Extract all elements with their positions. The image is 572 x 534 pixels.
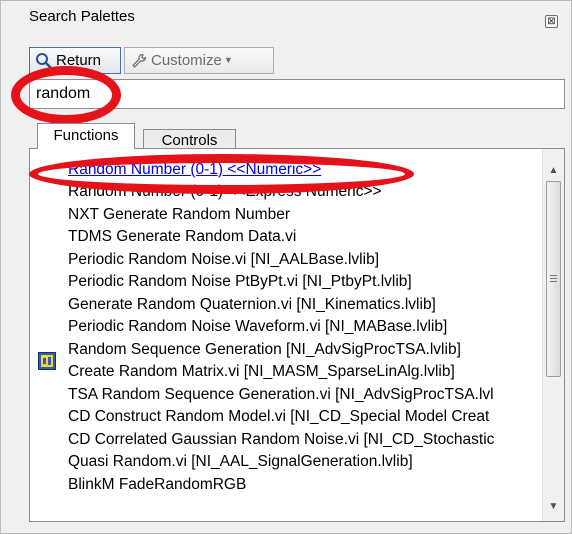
list-item[interactable]: Random Number (0-1) <<Numeric>> xyxy=(68,159,542,181)
list-item[interactable]: Quasi Random.vi [NI_AAL_SignalGeneration… xyxy=(68,451,542,473)
list-item[interactable]: Generate Random Quaternion.vi [NI_Kinema… xyxy=(68,294,542,316)
list-item[interactable]: Random Sequence Generation [NI_AdvSigPro… xyxy=(68,339,542,361)
results-list: Random Number (0-1) <<Numeric>> Random N… xyxy=(29,148,565,522)
wrench-icon xyxy=(132,53,147,68)
tab-controls[interactable]: Controls xyxy=(143,129,236,149)
scroll-down-icon[interactable]: ▼ xyxy=(543,497,564,517)
customize-label: Customize xyxy=(151,52,222,69)
tab-functions[interactable]: Functions xyxy=(37,123,135,149)
return-button[interactable]: Return xyxy=(29,47,121,74)
list-item[interactable]: Create Random Matrix.vi [NI_MASM_SparseL… xyxy=(68,361,542,383)
return-label: Return xyxy=(56,52,102,69)
list-item[interactable]: Random Number (0-1) <<Express Numeric>> xyxy=(68,181,542,203)
list-item[interactable]: CD Construct Random Model.vi [NI_CD_Spec… xyxy=(68,406,542,428)
sequence-vi-icon xyxy=(38,352,56,370)
list-item[interactable]: TSA Random Sequence Generation.vi [NI_Ad… xyxy=(68,384,542,406)
search-icon xyxy=(36,53,52,69)
vertical-scrollbar[interactable]: ▲ ▼ xyxy=(542,149,564,521)
customize-button[interactable]: Customize ▼ xyxy=(124,47,274,74)
search-palettes-panel: Search Palettes ⊠ Return Customize▼ Func… xyxy=(0,0,572,534)
list-item[interactable]: BlinkM FadeRandomRGB xyxy=(68,474,542,496)
list-item[interactable]: CD Correlated Gaussian Random Noise.vi [… xyxy=(68,429,542,451)
scroll-up-icon[interactable]: ▲ xyxy=(543,161,564,181)
panel-title: Search Palettes xyxy=(29,8,135,25)
list-item[interactable]: Periodic Random Noise Waveform.vi [NI_MA… xyxy=(68,316,542,338)
list-item[interactable]: TDMS Generate Random Data.vi xyxy=(68,226,542,248)
close-icon[interactable]: ⊠ xyxy=(545,15,558,28)
list-item[interactable]: Periodic Random Noise PtByPt.vi [NI_Ptby… xyxy=(68,271,542,293)
scrollbar-thumb[interactable] xyxy=(546,181,561,377)
grip-icon xyxy=(550,275,557,276)
list-item[interactable]: Periodic Random Noise.vi [NI_AALBase.lvl… xyxy=(68,249,542,271)
chevron-down-icon: ▼ xyxy=(223,55,233,65)
search-input[interactable] xyxy=(29,79,565,109)
list-item[interactable]: NXT Generate Random Number xyxy=(68,204,542,226)
